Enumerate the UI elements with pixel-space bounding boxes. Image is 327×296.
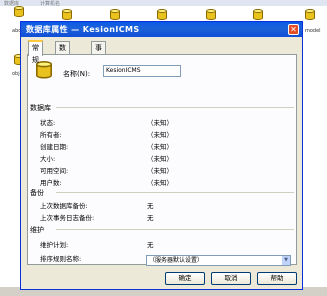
database-icon[interactable]: [62, 9, 72, 21]
section-divider: [56, 192, 294, 193]
name-label: 名称(N):: [63, 70, 91, 78]
tab-data-files[interactable]: 数据文件: [55, 41, 70, 88]
background-item-label: model: [305, 28, 321, 34]
section-divider: [56, 107, 294, 108]
chevron-down-icon[interactable]: ▼: [282, 256, 290, 265]
database-icon[interactable]: [110, 9, 120, 21]
database-icon[interactable]: [206, 9, 216, 21]
dialog-titlebar[interactable]: 数据库属性 — KesionICMS ✕: [21, 22, 302, 37]
ok-button[interactable]: 确定: [165, 272, 205, 285]
maintenance-plan-label: 维护计划:: [40, 241, 69, 249]
owner-value: （未知）: [147, 131, 173, 139]
close-icon[interactable]: ✕: [288, 24, 299, 35]
database-icon[interactable]: [253, 9, 263, 21]
help-button[interactable]: 帮助: [257, 272, 297, 285]
user-count-label: 用户数:: [40, 179, 62, 187]
size-value: （未知）: [147, 155, 173, 163]
section-title-maintenance: 维护: [30, 226, 44, 234]
name-field[interactable]: KesionICMS: [103, 65, 181, 77]
cancel-button[interactable]: 取消: [211, 272, 251, 285]
status-value: （未知）: [147, 119, 173, 127]
database-icon[interactable]: [14, 6, 24, 18]
database-properties-dialog: 数据库属性 — KesionICMS ✕ 常规 数据文件 事务日志 名称(N):…: [20, 21, 303, 290]
last-db-backup-label: 上次数据库备份:: [40, 202, 88, 210]
maintenance-plan-value: 无: [147, 241, 154, 249]
created-date-value: （未知）: [147, 143, 173, 151]
last-db-backup-value: 无: [147, 202, 154, 210]
last-log-backup-value: 无: [147, 214, 154, 222]
free-space-label: 可用空间:: [40, 167, 69, 175]
tab-transaction-log[interactable]: 事务日志: [91, 41, 106, 88]
owner-label: 所有者:: [40, 131, 62, 139]
database-icon[interactable]: [305, 9, 315, 21]
general-tab-panel: 名称(N): KesionICMS 数据库 状态: （未知） 所有者: （未知）…: [27, 54, 297, 266]
user-count-value: （未知）: [147, 179, 173, 187]
last-log-backup-label: 上次事务日志备份:: [40, 214, 95, 222]
free-space-value: （未知）: [147, 167, 173, 175]
section-title-backup: 备份: [30, 189, 44, 197]
section-divider: [56, 229, 294, 230]
background-strip-text: 计算机名: [40, 1, 61, 7]
collation-select[interactable]: （服务器默认设置） ▼: [146, 255, 291, 266]
section-title-database: 数据库: [30, 104, 51, 112]
tab-general[interactable]: 常规: [28, 40, 43, 64]
collation-value: （服务器默认设置）: [149, 257, 204, 264]
dialog-title: 数据库属性 — KesionICMS: [26, 25, 140, 34]
background-item-label: obj: [12, 71, 20, 77]
size-label: 大小:: [40, 155, 56, 163]
database-icon[interactable]: [157, 9, 167, 21]
collation-label: 排序规则名称:: [40, 255, 82, 263]
status-label: 状态:: [40, 119, 56, 127]
created-date-label: 创建日期:: [40, 143, 69, 151]
